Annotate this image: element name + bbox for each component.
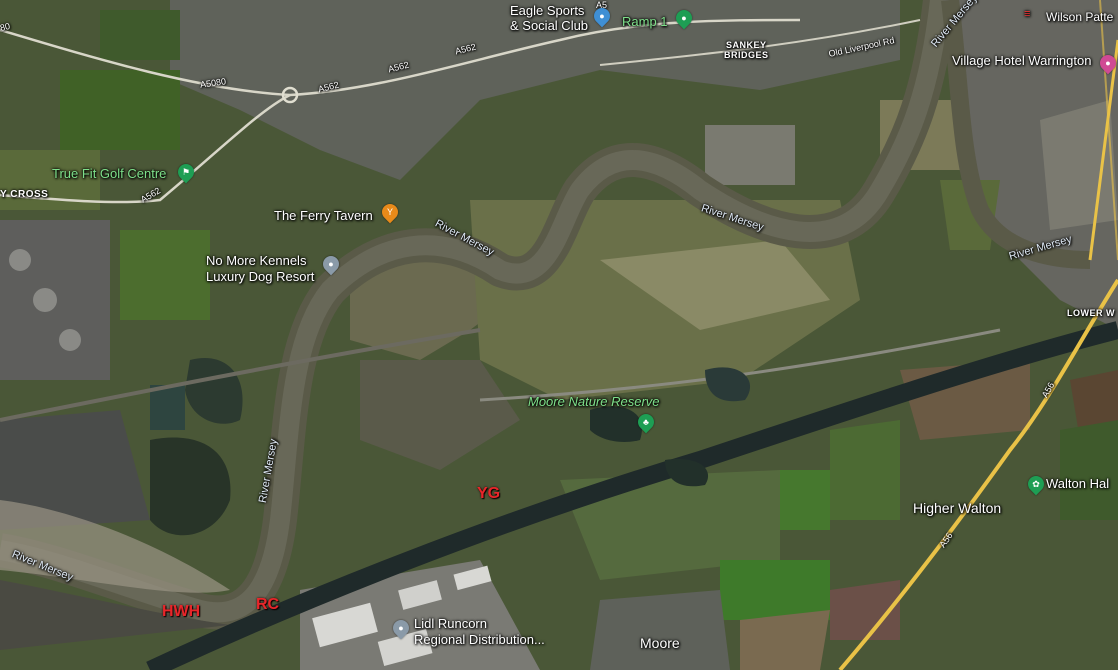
place-moore: Moore — [640, 635, 680, 651]
poi-no-more-kennels[interactable]: No More Kennels Luxury Dog Resort — [206, 253, 314, 285]
poi-moore-nature-reserve[interactable]: Moore Nature Reserve — [528, 394, 660, 409]
poi-village-hotel[interactable]: Village Hotel Warrington — [952, 53, 1091, 68]
poi-eagle-sports-line2: & Social Club — [510, 18, 589, 33]
poi-wilson-patten[interactable]: Wilson Patte — [1046, 10, 1113, 24]
satellite-map[interactable]: A5080 A562 A562 A562 A562 80 Old Liverpo… — [0, 0, 1118, 670]
marker-hwh: HWH — [162, 603, 201, 620]
poi-eagle-sports-line1: Eagle Sports — [510, 3, 585, 18]
poi-lidl-line1: Lidl Runcorn — [414, 616, 487, 631]
poi-lidl-runcorn[interactable]: Lidl Runcorn Regional Distribution... — [414, 616, 545, 648]
rail-icon: ≡ — [1024, 8, 1031, 20]
poi-ramp-1[interactable]: Ramp 1 — [622, 14, 668, 29]
place-higher-walton: Higher Walton — [913, 500, 1002, 516]
map-imagery — [0, 0, 1118, 670]
place-sankey-line2: BRIDGES — [724, 50, 769, 60]
place-sankey-bridges: SANKEY BRIDGES — [724, 40, 769, 60]
poi-kennels-line2: Luxury Dog Resort — [206, 269, 315, 284]
poi-kennels-line1: No More Kennels — [206, 253, 307, 268]
marker-yg: YG — [477, 485, 501, 502]
place-sankey-line1: SANKEY — [726, 40, 767, 50]
place-lower-walton: LOWER W — [1067, 308, 1115, 318]
poi-ferry-tavern[interactable]: The Ferry Tavern — [274, 208, 373, 223]
place-cross: Y CROSS — [0, 189, 49, 200]
poi-lidl-line2: Regional Distribution... — [414, 632, 545, 647]
marker-rc: RC — [256, 596, 280, 613]
poi-eagle-sports[interactable]: Eagle Sports & Social Club — [510, 3, 588, 33]
poi-true-fit-golf[interactable]: True Fit Golf Centre — [52, 166, 166, 181]
road-label-80: 80 — [0, 21, 11, 33]
poi-walton-hall[interactable]: Walton Hal — [1046, 476, 1109, 491]
